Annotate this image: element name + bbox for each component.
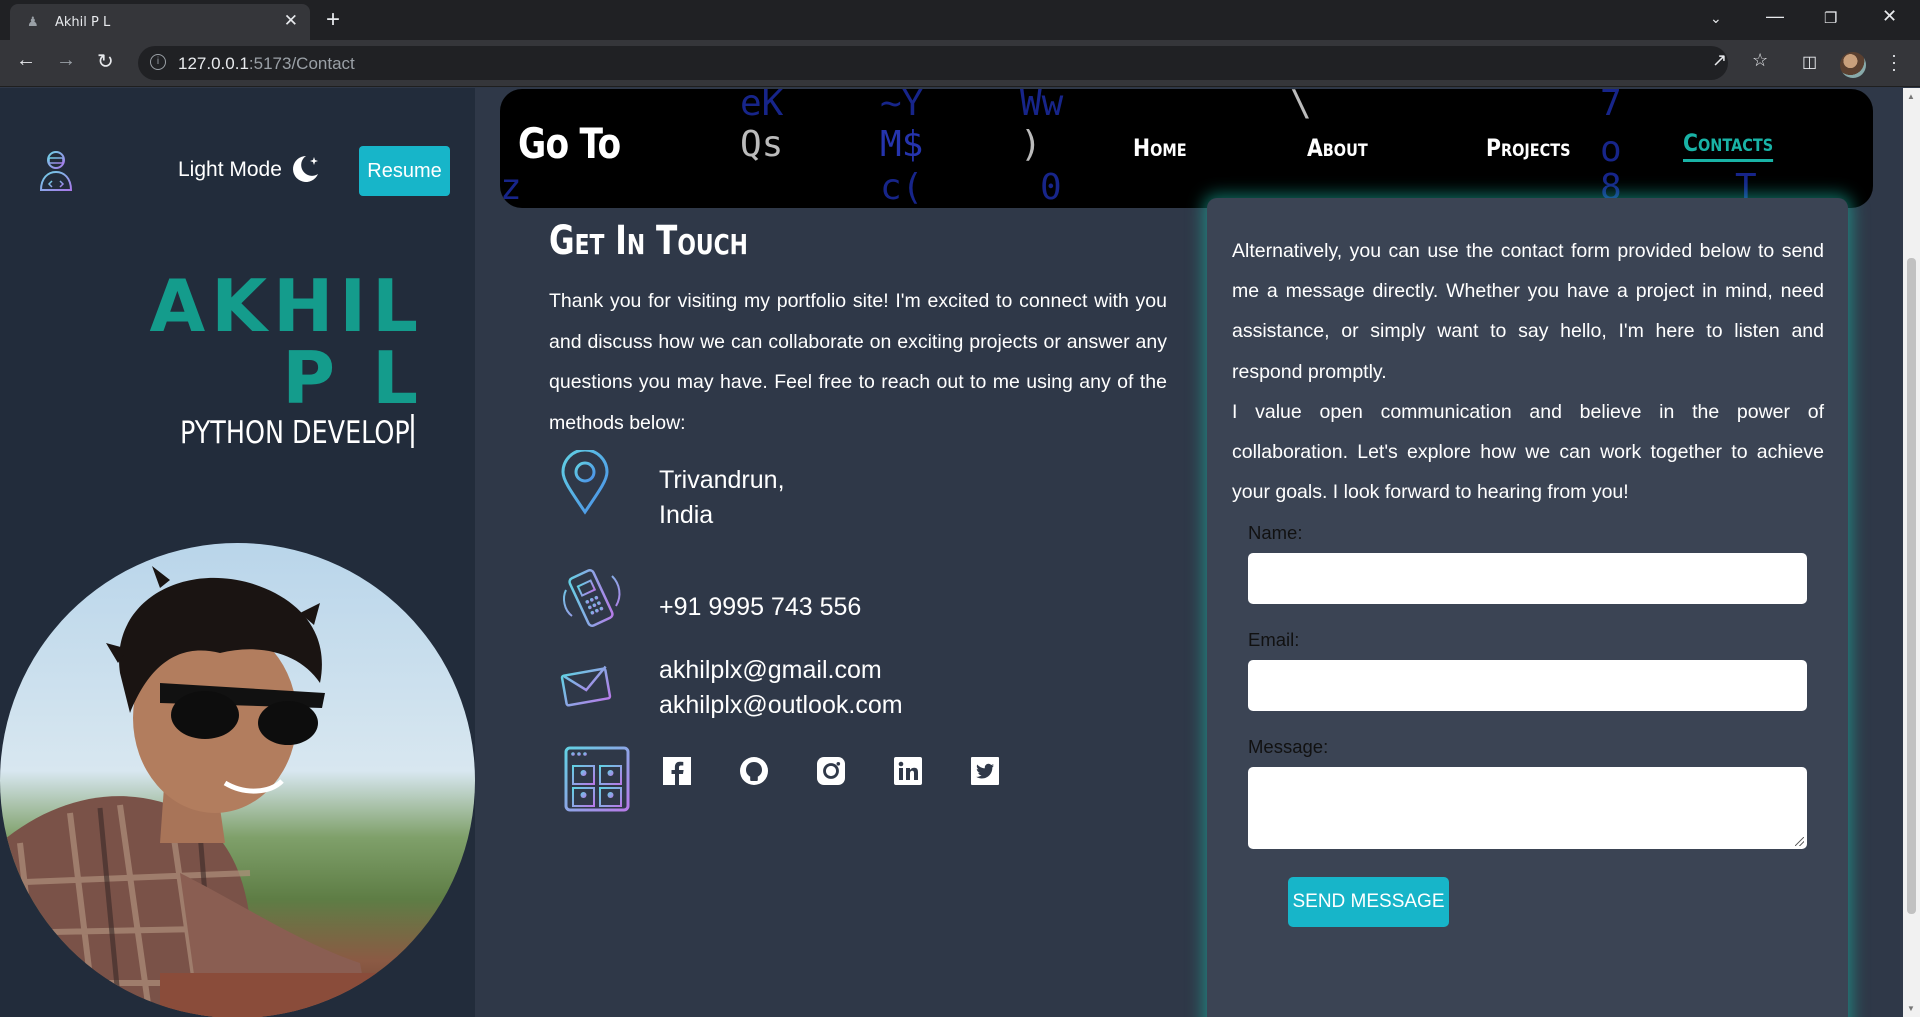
- instagram-icon[interactable]: [816, 756, 846, 786]
- resize-handle[interactable]: [1795, 837, 1804, 846]
- side-panel-icon[interactable]: ◫: [1802, 52, 1817, 72]
- portfolio-page: Light Mode Resume AKHIL P L PYTHON DEVEL…: [0, 88, 1903, 1017]
- phone-number[interactable]: +91 9995 743 556: [659, 590, 861, 625]
- sidebar: Light Mode Resume AKHIL P L PYTHON DEVEL…: [0, 88, 475, 1017]
- form-intro-paragraph: Alternatively, you can use the contact f…: [1232, 240, 1824, 383]
- facebook-icon[interactable]: [662, 756, 692, 786]
- nav-about-link[interactable]: About: [1307, 134, 1368, 162]
- location-text: Trivandrun, India: [659, 463, 785, 533]
- resume-button[interactable]: Resume: [359, 146, 450, 196]
- browser-menu-icon[interactable]: · · ·: [1891, 46, 1897, 78]
- location-pin-icon: [561, 450, 609, 515]
- tab-close-icon[interactable]: ✕: [284, 11, 298, 31]
- matrix-glyph: 7: [1600, 89, 1622, 124]
- tab-title: Akhil P L: [55, 15, 111, 30]
- social-network-icon: [564, 746, 630, 812]
- matrix-glyph: Qs: [740, 124, 784, 165]
- matrix-glyph: c(: [880, 167, 924, 208]
- intro-paragraph: Thank you for visiting my portfolio site…: [549, 290, 1167, 434]
- new-tab-button[interactable]: +: [326, 6, 340, 34]
- scroll-down-arrow-icon[interactable]: ▼: [1907, 1004, 1915, 1013]
- browser-tab[interactable]: ♟ Akhil P L ✕: [10, 4, 310, 40]
- phone-icon: [563, 569, 621, 627]
- linkedin-icon[interactable]: [893, 756, 923, 786]
- light-mode-label[interactable]: Light Mode: [178, 158, 282, 182]
- forward-button[interactable]: →: [56, 49, 76, 72]
- nav-contacts-link[interactable]: Contacts: [1683, 129, 1774, 162]
- close-window-button[interactable]: ✕: [1882, 6, 1897, 27]
- matrix-glyph: 0: [1040, 167, 1062, 208]
- matrix-glyph: \: [1290, 89, 1312, 124]
- nav-brand: Go To: [518, 119, 621, 168]
- reload-button[interactable]: ↻: [97, 49, 114, 74]
- top-navigation: eK ~Y Ww Qs M$ ) c( 0 \ 7 o 8 T z Go To …: [500, 89, 1873, 208]
- page-scrollbar[interactable]: ▲ ▼: [1903, 88, 1920, 1017]
- location-country: India: [659, 501, 714, 529]
- scrollbar-thumb[interactable]: [1907, 258, 1916, 914]
- url-text: 127.0.0.1:5173/Contact: [178, 54, 355, 74]
- browser-toolbar: ← → ↻ i 127.0.0.1:5173/Contact ↗ ☆ ◫: [0, 40, 1920, 87]
- name-input[interactable]: [1248, 553, 1807, 604]
- typing-cursor: [411, 414, 414, 448]
- restore-button[interactable]: ❐: [1824, 9, 1837, 27]
- matrix-glyph: ~Y: [880, 89, 924, 124]
- name-label: Name:: [1248, 522, 1303, 543]
- message-label: Message:: [1248, 736, 1329, 757]
- minimize-button[interactable]: —: [1766, 6, 1784, 27]
- matrix-glyph: M$: [880, 124, 924, 165]
- matrix-glyph: Ww: [1020, 89, 1064, 124]
- moon-icon[interactable]: [288, 152, 322, 186]
- send-message-button[interactable]: SEND MESSAGE: [1288, 877, 1449, 927]
- role-typewriter: PYTHON DEVELOP: [180, 414, 414, 451]
- location-city: Trivandrun,: [659, 466, 785, 494]
- matrix-glyph: eK: [740, 89, 784, 124]
- back-button[interactable]: ←: [16, 49, 36, 72]
- url-path: :5173/Contact: [248, 54, 355, 73]
- matrix-glyph: z: [500, 167, 522, 208]
- matrix-glyph: o: [1600, 129, 1622, 170]
- tab-search-chevron-icon[interactable]: ⌄: [1710, 10, 1722, 27]
- tab-favicon-icon: ♟: [27, 14, 39, 29]
- scroll-up-arrow-icon[interactable]: ▲: [1907, 92, 1915, 101]
- site-info-icon[interactable]: i: [150, 54, 166, 70]
- section-heading: Get In Touch: [549, 218, 748, 264]
- browser-tab-strip: ♟ Akhil P L ✕ + ⌄ — ❐ ✕: [0, 0, 1920, 40]
- email-outlook-link[interactable]: akhilplx@outlook.com: [659, 688, 903, 723]
- profile-photo: [0, 543, 475, 1017]
- matrix-glyph: ): [1020, 124, 1042, 165]
- email-gmail-link[interactable]: akhilplx@gmail.com: [659, 653, 903, 688]
- mail-icon: [560, 665, 612, 707]
- profile-photo-illustration: [0, 566, 475, 1017]
- nav-home-link[interactable]: Home: [1133, 134, 1187, 162]
- share-icon[interactable]: ↗: [1712, 50, 1727, 71]
- developer-avatar-icon: [39, 151, 73, 191]
- github-icon[interactable]: [739, 756, 769, 786]
- bookmark-star-icon[interactable]: ☆: [1752, 50, 1768, 71]
- email-text: akhilplx@gmail.com akhilplx@outlook.com: [659, 653, 903, 723]
- form-outro-paragraph: I value open communication and believe i…: [1232, 400, 1824, 504]
- twitter-icon[interactable]: [970, 756, 1000, 786]
- email-input[interactable]: [1248, 660, 1807, 711]
- nav-projects-link[interactable]: Projects: [1486, 134, 1570, 162]
- role-text: PYTHON DEVELOP: [180, 415, 410, 451]
- form-card-text: Alternatively, you can use the contact f…: [1232, 231, 1824, 512]
- address-bar[interactable]: i 127.0.0.1:5173/Contact: [138, 46, 1728, 80]
- message-textarea[interactable]: [1248, 767, 1807, 849]
- email-label: Email:: [1248, 629, 1300, 650]
- profile-avatar[interactable]: [1840, 52, 1866, 78]
- url-host: 127.0.0.1: [178, 54, 249, 73]
- name-last: P L: [282, 336, 424, 420]
